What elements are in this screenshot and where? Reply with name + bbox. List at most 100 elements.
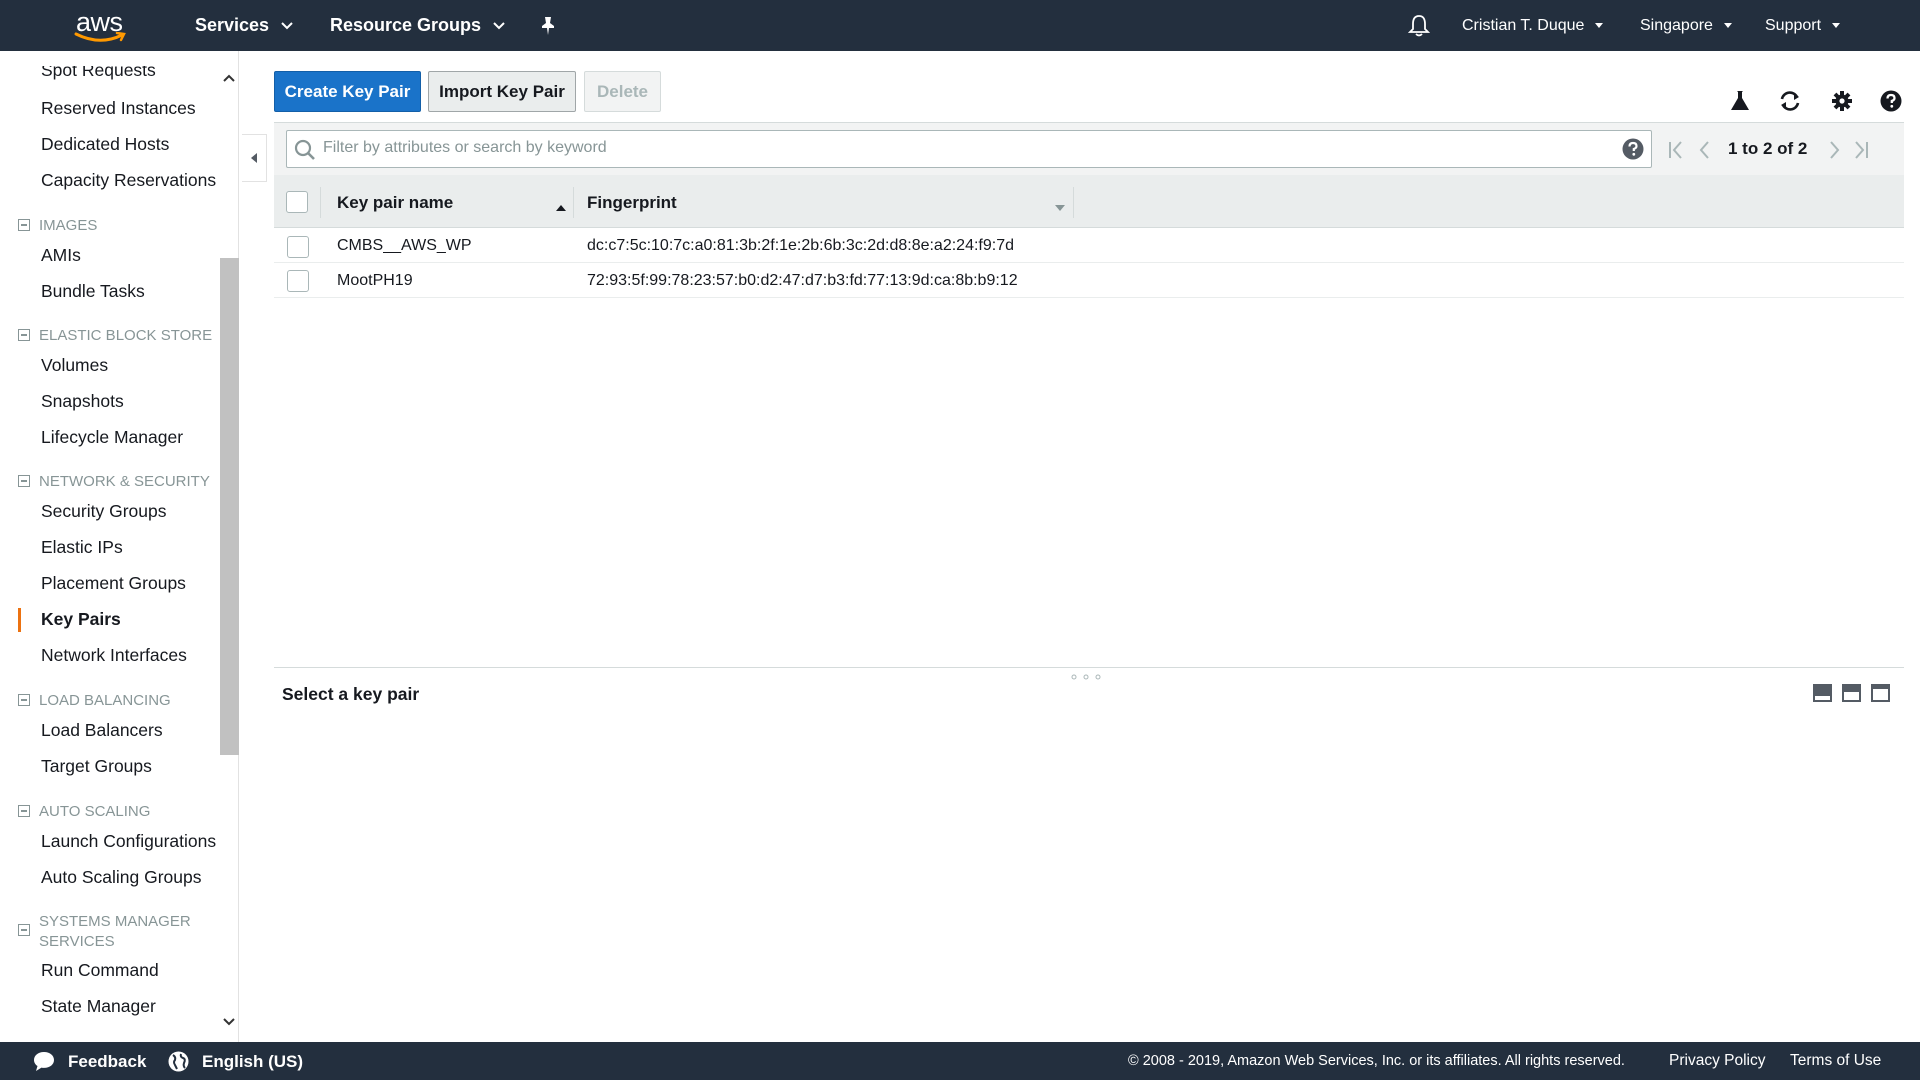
- column-header-fingerprint[interactable]: Fingerprint: [587, 193, 677, 213]
- caret-down-icon: [1595, 23, 1604, 28]
- sidebar-item-launch-configurations[interactable]: Launch Configurations: [41, 831, 216, 852]
- sidebar-item-run-command[interactable]: Run Command: [41, 960, 159, 981]
- column-header-key-pair-name[interactable]: Key pair name: [337, 193, 453, 213]
- layout-top-icon[interactable]: [1871, 684, 1890, 702]
- section-label: NETWORK & SECURITY: [39, 473, 210, 490]
- sidebar-item-security-groups[interactable]: Security Groups: [41, 501, 166, 522]
- feedback-link[interactable]: Feedback: [68, 1052, 146, 1072]
- column-separator[interactable]: [1073, 187, 1074, 218]
- support-menu[interactable]: Support: [1765, 0, 1841, 51]
- import-key-pair-button[interactable]: Import Key Pair: [428, 71, 576, 112]
- sidebar-item-key-pairs[interactable]: Key Pairs: [41, 609, 121, 630]
- next-page-icon[interactable]: [1829, 140, 1841, 165]
- gear-icon[interactable]: [1830, 89, 1854, 113]
- services-menu[interactable]: Services: [195, 0, 293, 51]
- section-label: ELASTIC BLOCK STORE: [39, 327, 213, 344]
- caret-down-icon: [1723, 23, 1732, 28]
- resource-groups-menu[interactable]: Resource Groups: [330, 0, 505, 51]
- sidebar-section-ebs[interactable]: ELASTIC BLOCK STORE: [18, 326, 212, 346]
- sidebar-scrollbar-thumb[interactable]: [220, 258, 239, 755]
- section-label: SYSTEMS MANAGER SERVICES: [39, 912, 191, 952]
- sidebar-item-state-manager[interactable]: State Manager: [41, 996, 156, 1017]
- detail-pane-divider[interactable]: [274, 667, 1904, 668]
- sidebar-section-load-balancing[interactable]: LOAD BALANCING: [18, 691, 171, 711]
- layout-bottom-icon[interactable]: [1813, 684, 1832, 702]
- sidebar-item-lifecycle-manager[interactable]: Lifecycle Manager: [41, 427, 183, 448]
- sidebar-section-network-security[interactable]: NETWORK & SECURITY: [18, 472, 210, 492]
- scroll-down-icon[interactable]: [223, 1015, 235, 1029]
- first-page-icon[interactable]: [1668, 140, 1684, 165]
- footer: Feedback English (US) © 2008 - 2019, Ama…: [0, 1042, 1920, 1080]
- copyright-text: © 2008 - 2019, Amazon Web Services, Inc.…: [1128, 1053, 1625, 1069]
- search-help-icon[interactable]: [1622, 138, 1644, 165]
- sidebar-item-target-groups[interactable]: Target Groups: [41, 756, 152, 777]
- select-all-checkbox[interactable]: [286, 191, 308, 213]
- sidebar-item-amis[interactable]: AMIs: [41, 245, 81, 266]
- fingerprint-cell: dc:c7:5c:10:7c:a0:81:3b:2f:1e:2b:6b:3c:2…: [587, 237, 1014, 254]
- user-menu[interactable]: Cristian T. Duque: [1462, 0, 1604, 51]
- sidebar-item-snapshots[interactable]: Snapshots: [41, 391, 124, 412]
- sort-down-icon[interactable]: [1055, 198, 1065, 216]
- aws-logo[interactable]: aws: [74, 6, 130, 46]
- section-label: IMAGES: [39, 217, 98, 234]
- caret-down-icon: [1832, 23, 1841, 28]
- table-row[interactable]: [274, 263, 1904, 298]
- refresh-icon[interactable]: [1778, 89, 1802, 113]
- sidebar-item-spot-requests[interactable]: Spot Requests: [41, 66, 156, 81]
- collapse-icon: [18, 329, 30, 341]
- sidebar-item-bundle-tasks[interactable]: Bundle Tasks: [41, 281, 145, 302]
- table-header: [274, 175, 1904, 228]
- active-indicator: [18, 608, 21, 632]
- sidebar-item-placement-groups[interactable]: Placement Groups: [41, 573, 186, 594]
- pin-button[interactable]: [539, 0, 557, 51]
- terms-of-use-link[interactable]: Terms of Use: [1790, 1052, 1881, 1070]
- sidebar-section-auto-scaling[interactable]: AUTO SCALING: [18, 802, 150, 822]
- column-separator[interactable]: [573, 187, 574, 218]
- table-row[interactable]: [274, 228, 1904, 263]
- services-label: Services: [195, 15, 270, 35]
- last-page-icon[interactable]: [1853, 140, 1869, 165]
- column-separator: [320, 187, 321, 218]
- sidebar-item-load-balancers[interactable]: Load Balancers: [41, 720, 163, 741]
- collapse-icon: [18, 219, 30, 231]
- collapse-sidebar-button[interactable]: [242, 134, 267, 182]
- sidebar-item-volumes[interactable]: Volumes: [41, 355, 108, 376]
- region-menu[interactable]: Singapore: [1640, 0, 1732, 51]
- language-selector[interactable]: English (US): [202, 1052, 303, 1072]
- sort-ascending-icon[interactable]: [556, 198, 566, 216]
- layout-half-icon[interactable]: [1842, 684, 1861, 702]
- help-icon[interactable]: [1879, 89, 1903, 113]
- sidebar-section-images[interactable]: IMAGES: [18, 216, 97, 236]
- collapse-icon: [18, 694, 30, 706]
- resource-groups-label: Resource Groups: [330, 15, 482, 35]
- previous-page-icon[interactable]: [1698, 140, 1710, 165]
- flask-icon[interactable]: [1728, 89, 1752, 113]
- sidebar-item-reserved-instances[interactable]: Reserved Instances: [41, 98, 196, 119]
- sidebar-item-network-interfaces[interactable]: Network Interfaces: [41, 645, 187, 666]
- chevron-down-icon: [493, 21, 505, 29]
- top-navigation: aws Services Resource Groups Cristian T.…: [0, 0, 1920, 51]
- collapse-icon: [18, 924, 30, 936]
- sidebar-item-capacity-reservations[interactable]: Capacity Reservations: [41, 170, 216, 191]
- scroll-up-icon[interactable]: [223, 71, 235, 85]
- section-label-line2: SERVICES: [39, 933, 115, 950]
- sidebar-item-auto-scaling-groups[interactable]: Auto Scaling Groups: [41, 867, 202, 888]
- user-name: Cristian T. Duque: [1462, 16, 1585, 34]
- sidebar-section-systems-manager[interactable]: SYSTEMS MANAGER SERVICES: [18, 912, 191, 952]
- chevron-down-icon: [281, 21, 293, 29]
- pagination-text: 1 to 2 of 2: [1728, 139, 1808, 158]
- search-icon: [294, 139, 316, 166]
- notifications-button[interactable]: [1408, 0, 1430, 51]
- row-checkbox[interactable]: [287, 270, 309, 292]
- create-key-pair-button[interactable]: Create Key Pair: [274, 71, 421, 112]
- sidebar: Spot Requests Reserved Instances Dedicat…: [0, 51, 239, 1042]
- sidebar-item-elastic-ips[interactable]: Elastic IPs: [41, 537, 123, 558]
- key-pair-name-cell: CMBS__AWS_WP: [337, 237, 472, 254]
- delete-button[interactable]: Delete: [584, 71, 661, 112]
- privacy-policy-link[interactable]: Privacy Policy: [1669, 1052, 1765, 1070]
- detail-pane-title: Select a key pair: [282, 684, 420, 704]
- smile-icon: [74, 32, 126, 42]
- resize-handle-icon[interactable]: [1070, 672, 1102, 682]
- sidebar-item-dedicated-hosts[interactable]: Dedicated Hosts: [41, 134, 169, 155]
- row-checkbox[interactable]: [287, 236, 309, 258]
